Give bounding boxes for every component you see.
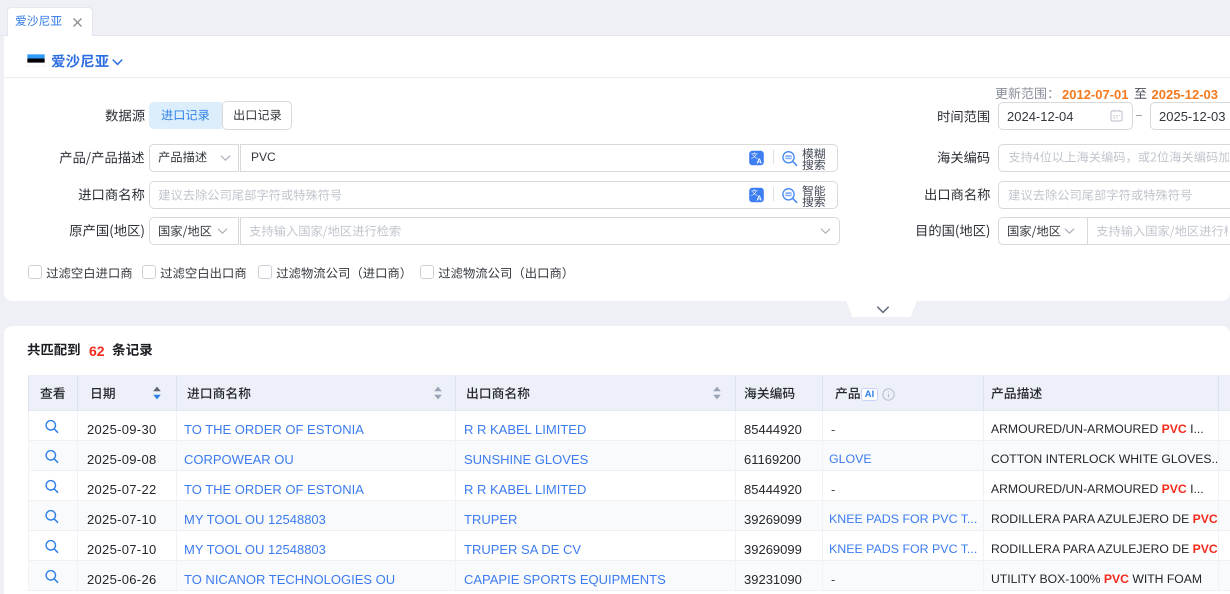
svg-text:A: A (756, 157, 762, 166)
svg-text:A: A (756, 194, 762, 203)
